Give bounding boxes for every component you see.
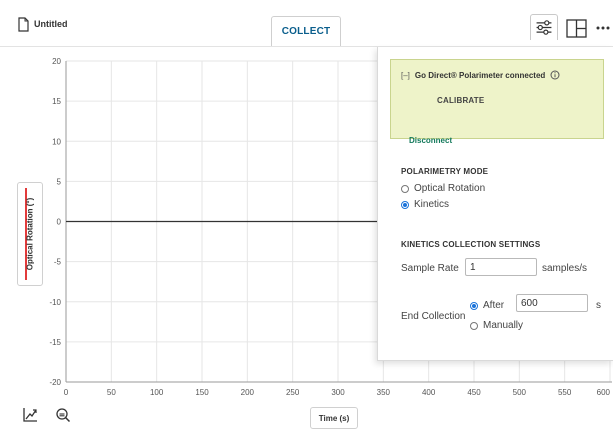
radio-kinetics[interactable] bbox=[401, 200, 409, 209]
option-label: Kinetics bbox=[414, 199, 450, 210]
y-tick-label: 10 bbox=[52, 137, 61, 146]
device-header: [–] Go Direct® Polarimeter connected bbox=[401, 70, 601, 80]
y-axis-label-button[interactable]: Optical Rotation (°) bbox=[17, 182, 43, 286]
x-tick-label: 0 bbox=[64, 388, 69, 397]
after-duration-input[interactable] bbox=[516, 294, 588, 312]
x-tick-label: 400 bbox=[422, 388, 436, 397]
y-tick-label: -10 bbox=[49, 298, 61, 307]
manually-label: Manually bbox=[483, 320, 524, 331]
y-tick-label: -5 bbox=[54, 258, 62, 267]
y-tick-label: 15 bbox=[52, 97, 61, 106]
disconnect-button[interactable]: Disconnect bbox=[409, 136, 452, 145]
after-label: After bbox=[483, 300, 505, 311]
polarimetry-mode-title: POLARIMETRY MODE bbox=[401, 167, 489, 176]
x-tick-label: 50 bbox=[107, 388, 116, 397]
y-tick-label: 20 bbox=[52, 57, 61, 66]
y-tick-label: -20 bbox=[49, 378, 61, 387]
x-tick-label: 100 bbox=[150, 388, 164, 397]
device-card: [–] Go Direct® Polarimeter connected CAL… bbox=[390, 59, 604, 145]
more-options-icon[interactable] bbox=[595, 21, 611, 35]
x-tick-label: 600 bbox=[597, 388, 611, 397]
x-tick-label: 500 bbox=[513, 388, 527, 397]
layout-icon[interactable] bbox=[566, 19, 587, 38]
mode-kinetics-option[interactable]: Kinetics bbox=[401, 199, 449, 210]
collect-button[interactable]: COLLECT bbox=[271, 16, 341, 46]
sample-rate-input[interactable] bbox=[465, 258, 537, 276]
radio-manually[interactable] bbox=[470, 321, 478, 330]
y-axis-label: Optical Rotation (°) bbox=[25, 197, 35, 271]
x-tick-label: 450 bbox=[467, 388, 481, 397]
mode-optical-rotation-option[interactable]: Optical Rotation bbox=[401, 183, 485, 194]
end-collection-label: End Collection bbox=[401, 311, 466, 322]
after-unit: s bbox=[596, 300, 601, 311]
file-icon bbox=[18, 16, 29, 32]
file-title: Untitled bbox=[34, 19, 68, 29]
top-toolbar: Untitled COLLECT bbox=[0, 0, 613, 47]
x-tick-label: 350 bbox=[377, 388, 391, 397]
end-manually-option[interactable]: Manually bbox=[470, 320, 523, 331]
sample-rate-label: Sample Rate bbox=[401, 263, 459, 274]
x-tick-label: 150 bbox=[195, 388, 209, 397]
radio-after[interactable] bbox=[470, 301, 478, 310]
option-label: Optical Rotation bbox=[414, 183, 486, 194]
sensor-settings-icon[interactable] bbox=[530, 14, 558, 40]
zoom-icon[interactable] bbox=[55, 407, 71, 423]
x-tick-labels: 0 50 100 150 200 250 300 350 400 450 500 550 600 bbox=[64, 388, 611, 397]
graph-options-icon[interactable] bbox=[22, 407, 38, 423]
y-tick-labels: 20 15 10 5 0 -5 -10 -15 -20 bbox=[49, 57, 61, 387]
radio-optical-rotation[interactable] bbox=[401, 184, 409, 193]
x-tick-label: 550 bbox=[558, 388, 572, 397]
x-tick-label: 250 bbox=[286, 388, 300, 397]
y-tick-label: 0 bbox=[57, 218, 62, 227]
info-icon[interactable] bbox=[550, 70, 560, 80]
y-tick-label: -15 bbox=[49, 338, 61, 347]
x-tick-label: 300 bbox=[331, 388, 345, 397]
y-tick-label: 5 bbox=[57, 177, 62, 186]
sensor-settings-panel: [–] Go Direct® Polarimeter connected CAL… bbox=[377, 47, 613, 361]
file-menu-button[interactable]: Untitled bbox=[18, 15, 68, 33]
device-name: Go Direct® Polarimeter connected bbox=[414, 70, 546, 80]
x-tick-label: 200 bbox=[241, 388, 255, 397]
sample-rate-unit: samples/s bbox=[542, 263, 588, 274]
kinetics-settings-title: KINETICS COLLECTION SETTINGS bbox=[401, 240, 541, 249]
x-axis-label-button[interactable]: Time (s) bbox=[310, 407, 358, 429]
end-after-option[interactable]: After bbox=[470, 300, 504, 311]
collapse-icon[interactable]: [–] bbox=[401, 71, 410, 80]
calibrate-button[interactable]: CALIBRATE bbox=[437, 96, 484, 105]
app-window: Untitled COLLECT 20 15 10 5 0 -5 -10 -15… bbox=[0, 0, 613, 432]
